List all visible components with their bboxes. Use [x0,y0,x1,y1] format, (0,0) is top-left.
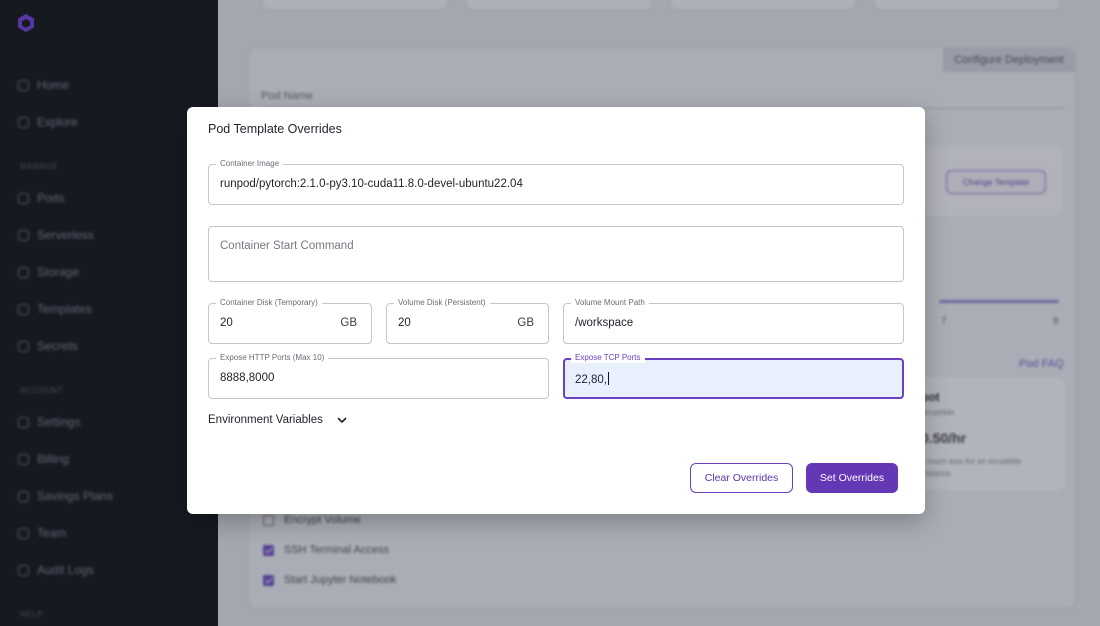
expose-tcp-ports-input[interactable]: 22,80, [575,372,609,386]
expose-http-ports-label: Expose HTTP Ports (Max 10) [216,353,329,363]
environment-variables-toggle[interactable]: Environment Variables [208,413,349,427]
pod-template-overrides-modal: Pod Template Overrides Container Image r… [187,107,925,514]
container-image-value: runpod/pytorch:2.1.0-py3.10-cuda11.8.0-d… [220,178,523,190]
expose-tcp-ports-value: 22,80, [575,374,607,386]
volume-mount-path-value: /workspace [575,317,634,329]
container-image-field[interactable]: Container Image runpod/pytorch:2.1.0-py3… [208,159,904,205]
container-disk-unit: GB [340,317,357,329]
expose-http-ports-field[interactable]: Expose HTTP Ports (Max 10) 8888,8000 [208,353,549,399]
volume-mount-path-label: Volume Mount Path [571,298,649,308]
environment-variables-label: Environment Variables [208,414,323,426]
chevron-down-icon [337,417,347,423]
volume-disk-unit: GB [517,317,534,329]
volume-disk-field[interactable]: Volume Disk (Persistent) 20 GB [386,298,549,344]
container-image-label: Container Image [216,159,284,169]
expose-tcp-ports-label: Expose TCP Ports [571,353,645,363]
expose-tcp-ports-field[interactable]: Expose TCP Ports 22,80, [563,353,904,399]
volume-disk-label: Volume Disk (Persistent) [394,298,490,308]
container-disk-value: 20 [220,317,233,329]
set-overrides-button[interactable]: Set Overrides [806,463,898,493]
volume-mount-path-field[interactable]: Volume Mount Path /workspace [563,298,904,344]
expose-http-ports-value: 8888,8000 [220,372,275,384]
volume-disk-value: 20 [398,317,411,329]
text-caret [607,372,609,385]
container-start-command-field[interactable]: Container Start Command [208,226,904,282]
container-disk-label: Container Disk (Temporary) [216,298,322,308]
clear-overrides-button[interactable]: Clear Overrides [690,463,793,493]
container-disk-field[interactable]: Container Disk (Temporary) 20 GB [208,298,372,344]
container-start-command-placeholder: Container Start Command [220,240,354,252]
modal-title: Pod Template Overrides [208,122,342,136]
